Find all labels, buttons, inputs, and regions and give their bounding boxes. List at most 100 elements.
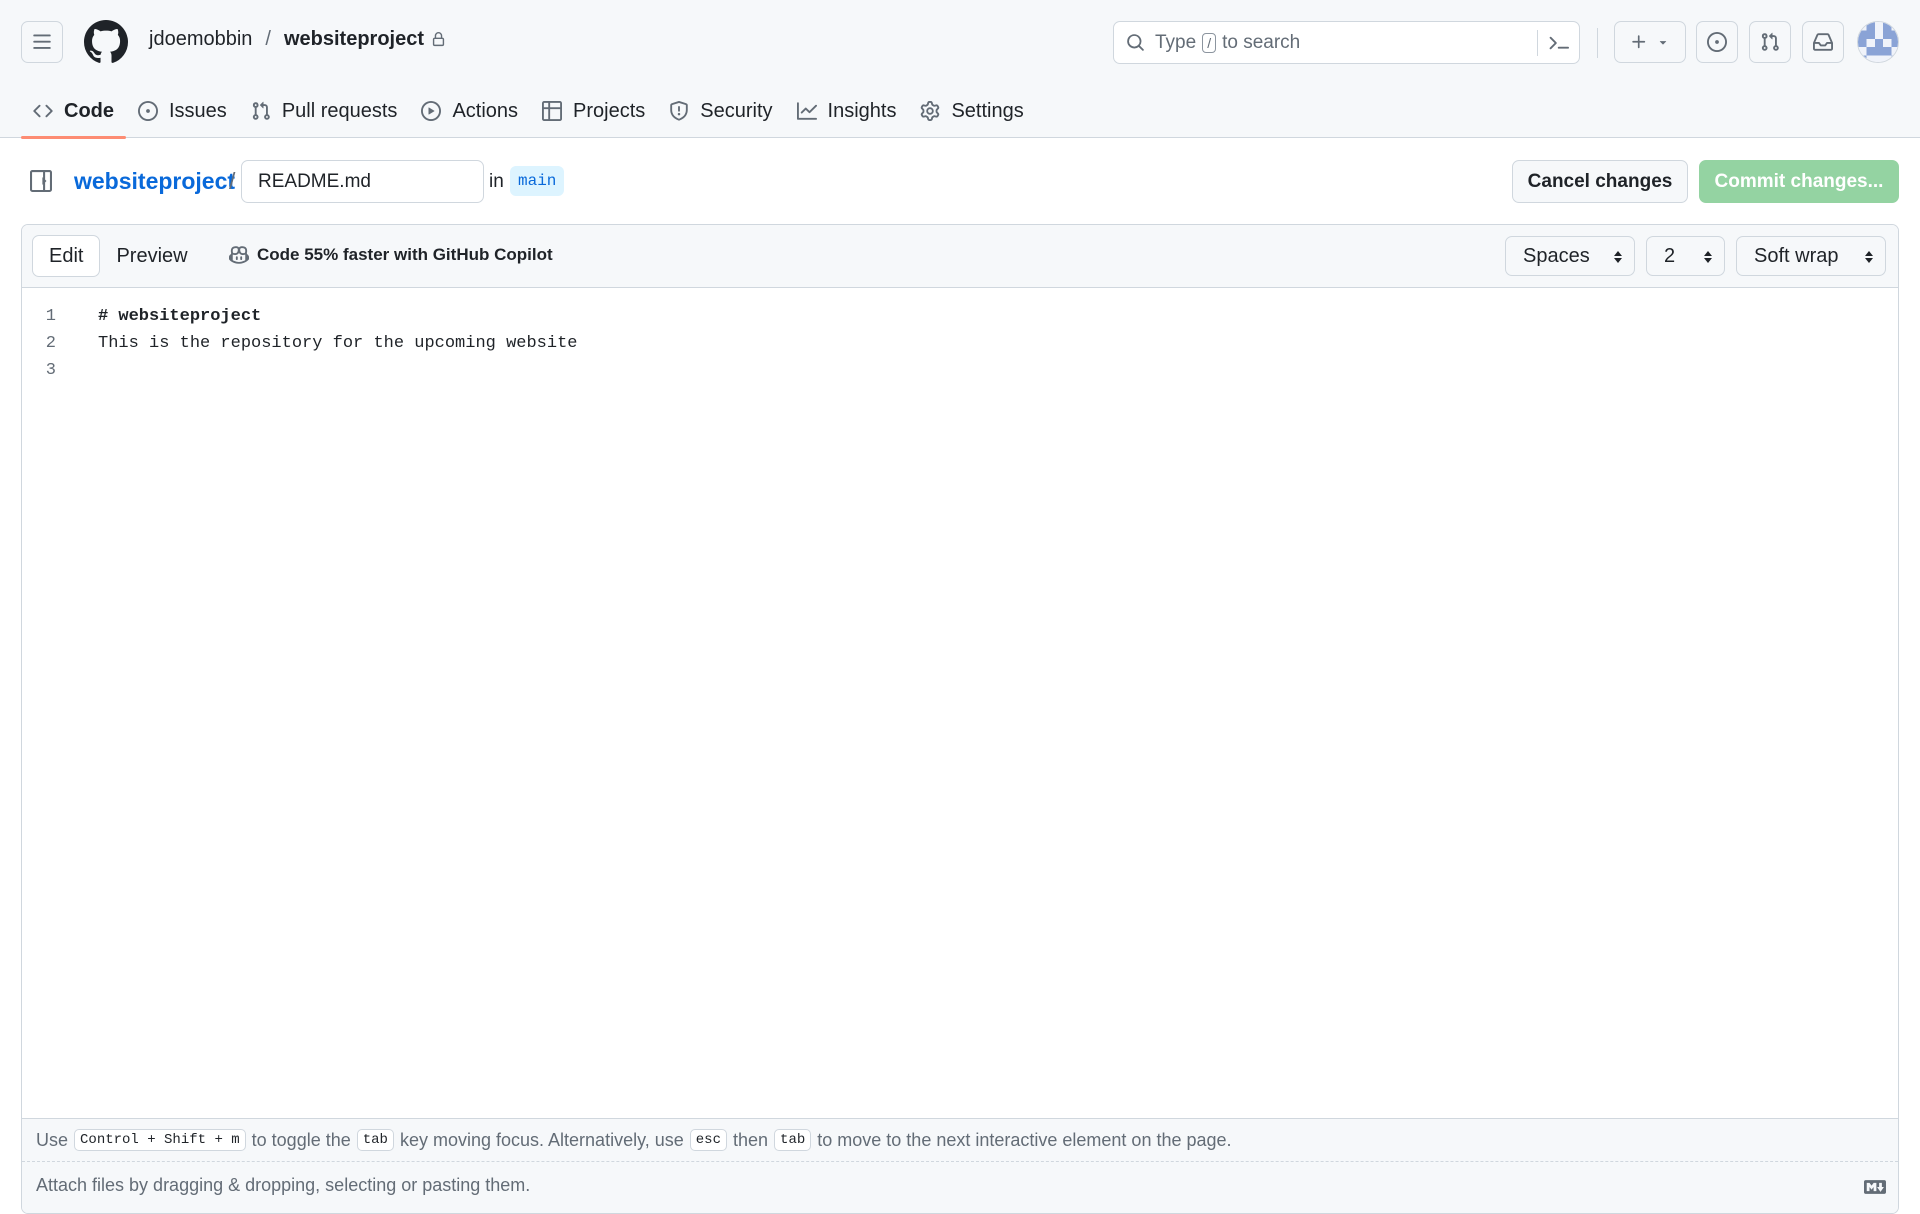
branch-badge: main — [510, 166, 565, 196]
search-shortcut-key: / — [1202, 32, 1217, 53]
select-arrows-icon — [1612, 249, 1624, 265]
git-pull-request-icon — [252, 101, 270, 120]
line-number: 1 — [45, 307, 56, 326]
triangle-down-icon — [1659, 41, 1667, 45]
owner-link[interactable]: jdoemobbin — [149, 28, 252, 51]
search-placeholder-prefix: Type — [1155, 31, 1197, 53]
search-icon — [1126, 33, 1145, 52]
tab-preview[interactable]: Preview — [100, 235, 203, 277]
app-header: jdoemobbin / websiteproject Type / to se… — [0, 0, 1920, 139]
code-line: 1 # websiteproject — [22, 303, 1898, 330]
plus-icon — [1632, 35, 1646, 49]
tab-settings[interactable]: Settings — [908, 84, 1035, 138]
tab-security[interactable]: Security — [657, 84, 784, 138]
notifications-button[interactable] — [1802, 21, 1844, 63]
tab-label: Security — [700, 99, 773, 122]
markdown-icon — [1864, 1176, 1886, 1198]
tab-label: Settings — [951, 99, 1024, 122]
your-pull-requests-button[interactable] — [1749, 21, 1791, 63]
repo-navigation: Code Issues Pull requests Actions Projec… — [0, 84, 1920, 139]
path-separator: / — [229, 168, 236, 194]
code-text-area[interactable]: 1 # websiteproject 2 This is the reposit… — [22, 288, 1898, 1118]
editor-toolbar: Edit Preview Code 55% faster with GitHub… — [22, 225, 1898, 288]
file-attachment-zone[interactable]: Attach files by dragging & dropping, sel… — [22, 1161, 1898, 1213]
gear-icon — [921, 101, 940, 121]
hamburger-icon — [33, 34, 51, 49]
tab-actions[interactable]: Actions — [409, 84, 530, 138]
hint-text: to toggle the — [251, 1129, 351, 1150]
search-input[interactable]: Type / to search — [1113, 21, 1580, 64]
hint-text: Use — [36, 1129, 69, 1150]
tab-edit[interactable]: Edit — [32, 235, 101, 277]
commit-changes-button[interactable]: Commit changes... — [1699, 160, 1899, 203]
create-new-button[interactable] — [1614, 21, 1686, 63]
code-line: 2 This is the repository for the upcomin… — [22, 330, 1898, 357]
hint-text: then — [733, 1129, 769, 1150]
table-icon — [542, 101, 563, 121]
git-pull-request-icon — [1761, 32, 1779, 51]
code-line: 3 — [22, 357, 1898, 384]
copilot-icon — [229, 246, 249, 264]
issue-opened-icon — [138, 101, 158, 121]
shield-icon — [670, 101, 689, 121]
lock-icon — [431, 32, 446, 47]
file-edit-header: websiteproject / in main Cancel changes … — [0, 160, 1920, 204]
hint-text: to move to the next interactive element … — [817, 1129, 1232, 1150]
filename-input[interactable] — [241, 160, 484, 203]
line-number: 2 — [45, 334, 56, 353]
shortcut-key: Control + Shift + m — [74, 1129, 246, 1151]
tab-label: Insights — [827, 99, 897, 122]
code-editor: Edit Preview Code 55% faster with GitHub… — [21, 224, 1899, 1214]
esc-key: esc — [689, 1129, 727, 1151]
command-palette-icon[interactable] — [1549, 33, 1569, 53]
issue-opened-icon — [1707, 32, 1727, 52]
wrap-mode-select[interactable]: Soft wrap — [1736, 236, 1886, 276]
line-content: # websiteproject — [98, 307, 262, 326]
tab-key: tab — [356, 1129, 394, 1151]
repo-link[interactable]: websiteproject — [284, 28, 424, 51]
tab-label: Projects — [573, 99, 646, 122]
header-divider — [1597, 28, 1598, 58]
repo-breadcrumb-link[interactable]: websiteproject — [74, 168, 235, 195]
tab-key: tab — [774, 1129, 812, 1151]
line-number: 3 — [45, 361, 56, 380]
tab-label: Actions — [452, 99, 519, 122]
graph-icon — [796, 102, 817, 120]
avatar[interactable] — [1857, 21, 1899, 63]
indent-size-select[interactable]: 2 — [1646, 236, 1725, 276]
tab-code[interactable]: Code — [21, 84, 126, 139]
github-logo-icon[interactable] — [84, 20, 128, 64]
tab-label: Issues — [169, 99, 227, 122]
keyboard-hint: Use Control + Shift + m to toggle the ta… — [22, 1118, 1898, 1161]
attach-text: Attach files by dragging & dropping, sel… — [36, 1175, 531, 1195]
indent-mode-value: Spaces — [1523, 244, 1590, 267]
indent-size-value: 2 — [1664, 244, 1676, 267]
tab-label: Pull requests — [281, 99, 398, 122]
search-placeholder-suffix: to search — [1222, 31, 1301, 53]
indent-mode-select[interactable]: Spaces — [1505, 236, 1635, 276]
inbox-icon — [1813, 33, 1833, 51]
tab-label: Code — [64, 99, 114, 122]
play-icon — [421, 101, 442, 121]
cancel-changes-button[interactable]: Cancel changes — [1512, 160, 1688, 203]
tab-projects[interactable]: Projects — [530, 84, 657, 138]
copilot-promo-text: Code 55% faster with GitHub Copilot — [257, 245, 553, 264]
your-issues-button[interactable] — [1696, 21, 1738, 63]
code-icon — [33, 104, 53, 118]
select-arrows-icon — [1863, 249, 1875, 265]
select-arrows-icon — [1702, 249, 1714, 265]
tab-issues[interactable]: Issues — [126, 84, 239, 138]
menu-button[interactable] — [21, 21, 63, 63]
edit-preview-toggle: Edit Preview — [32, 235, 204, 277]
copilot-promo-link[interactable]: Code 55% faster with GitHub Copilot — [229, 245, 553, 265]
tab-insights[interactable]: Insights — [785, 84, 909, 138]
wrap-mode-value: Soft wrap — [1754, 244, 1839, 267]
tab-pull-requests[interactable]: Pull requests — [239, 84, 410, 138]
repo-breadcrumb: jdoemobbin / websiteproject — [149, 28, 446, 51]
search-divider — [1537, 30, 1538, 56]
hint-text: key moving focus. Alternatively, use — [399, 1129, 684, 1150]
top-bar: jdoemobbin / websiteproject Type / to se… — [0, 0, 1920, 84]
in-label: in — [489, 171, 504, 192]
sidebar-expand-icon[interactable] — [30, 170, 52, 192]
breadcrumb-separator: / — [265, 28, 271, 50]
